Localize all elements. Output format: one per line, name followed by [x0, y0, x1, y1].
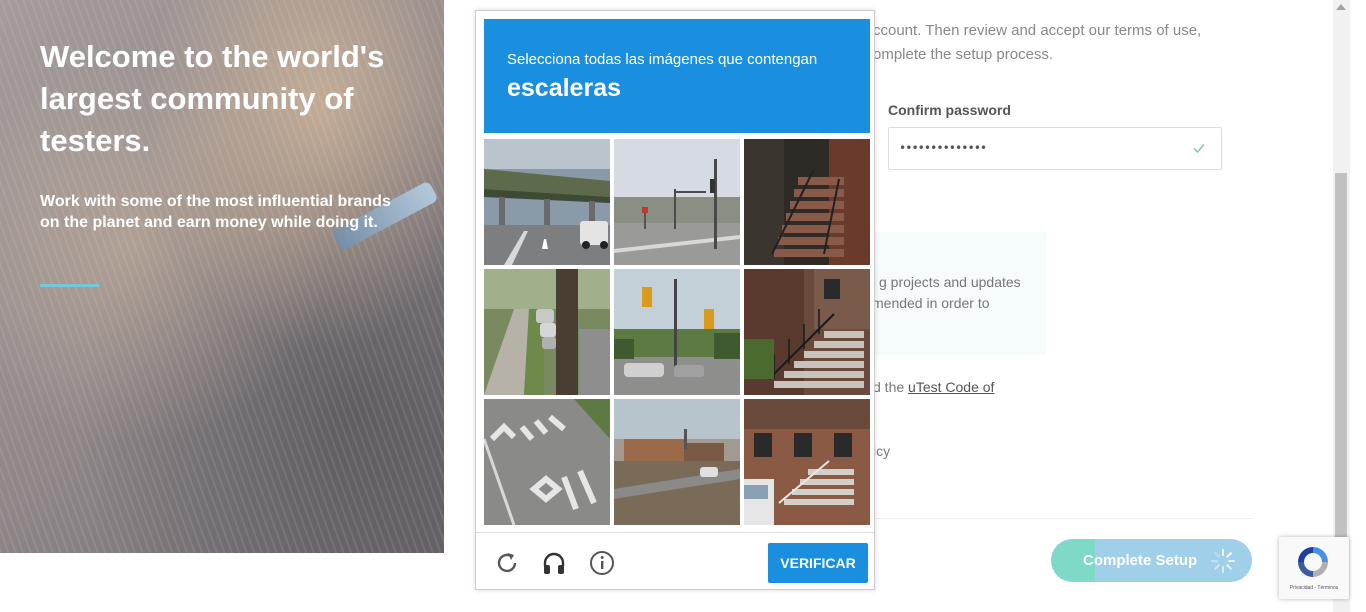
captcha-tile-2[interactable] [614, 139, 740, 265]
code-prefix: d the [873, 379, 909, 395]
captcha-tile-1[interactable] [484, 139, 610, 265]
captcha-instruction: Selecciona todas las imágenes que conten… [507, 51, 818, 68]
parking-canopy-image [484, 139, 610, 265]
intersection-traffic-light-image [614, 139, 740, 265]
headphones-icon[interactable] [541, 550, 567, 576]
captcha-tile-7[interactable] [484, 399, 610, 525]
bus-lane-road-image [484, 399, 610, 525]
notice-text-line-2: mended in order to [872, 295, 990, 311]
sidewalk-tree-cars-image [484, 269, 610, 395]
hero-banner: Welcome to the world's largest community… [0, 0, 444, 553]
form-divider [873, 518, 1253, 519]
check-icon [1193, 144, 1205, 154]
complete-setup-button[interactable]: Complete Setup [1051, 539, 1252, 582]
confirm-password-field[interactable]: •••••••••••••• [888, 127, 1222, 170]
recaptcha-badge[interactable]: Privacidad - Términos [1279, 537, 1349, 599]
captcha-dialog: Selecciona todas las imágenes que conten… [475, 10, 875, 590]
traffic-lights-street-image [614, 269, 740, 395]
captcha-tile-8[interactable] [614, 399, 740, 525]
captcha-tile-6[interactable] [744, 269, 870, 395]
reload-icon[interactable] [494, 550, 520, 576]
recaptcha-badge-text[interactable]: Privacidad - Términos [1279, 585, 1349, 591]
stairs-railing-house-image [744, 269, 870, 395]
policy-link[interactable]: icy [873, 441, 890, 462]
notice-text-line-1: g projects and updates [879, 274, 1021, 290]
code-of-conduct-link[interactable]: uTest Code of [908, 379, 994, 395]
verify-button[interactable]: VERIFICAR [768, 543, 868, 583]
confirm-password-label: Confirm password [888, 102, 1011, 118]
captcha-tile-4[interactable] [484, 269, 610, 395]
hero-accent-rule [40, 284, 99, 287]
form-intro-line-2: omplete the setup process. [873, 46, 1054, 63]
form-intro-line-1: ccount. Then review and accept our terms… [873, 22, 1202, 39]
hero-subtitle: Work with some of the most influential b… [40, 193, 391, 231]
code-of-conduct-text: d the uTest Code of [873, 377, 994, 398]
captcha-target-word: escaleras [507, 74, 622, 102]
captcha-tile-9[interactable] [744, 399, 870, 525]
recaptcha-logo-icon [1298, 547, 1328, 577]
captcha-header: Selecciona todas las imágenes que conten… [484, 19, 870, 133]
house-stairs-van-image [744, 399, 870, 525]
scrollbar-thumb[interactable] [1335, 173, 1347, 539]
info-icon[interactable] [589, 550, 615, 576]
loading-spinner-icon [1211, 549, 1235, 573]
road-building-image [614, 399, 740, 525]
complete-setup-label: Complete Setup [1083, 552, 1198, 569]
hero-title: Welcome to the world's largest community… [40, 39, 385, 158]
captcha-tile-5[interactable] [614, 269, 740, 395]
brick-stairs-image [744, 139, 870, 265]
scroll-up-arrow-icon[interactable] [1336, 4, 1346, 10]
captcha-footer: VERIFICAR [476, 532, 874, 589]
captcha-tile-3[interactable] [744, 139, 870, 265]
